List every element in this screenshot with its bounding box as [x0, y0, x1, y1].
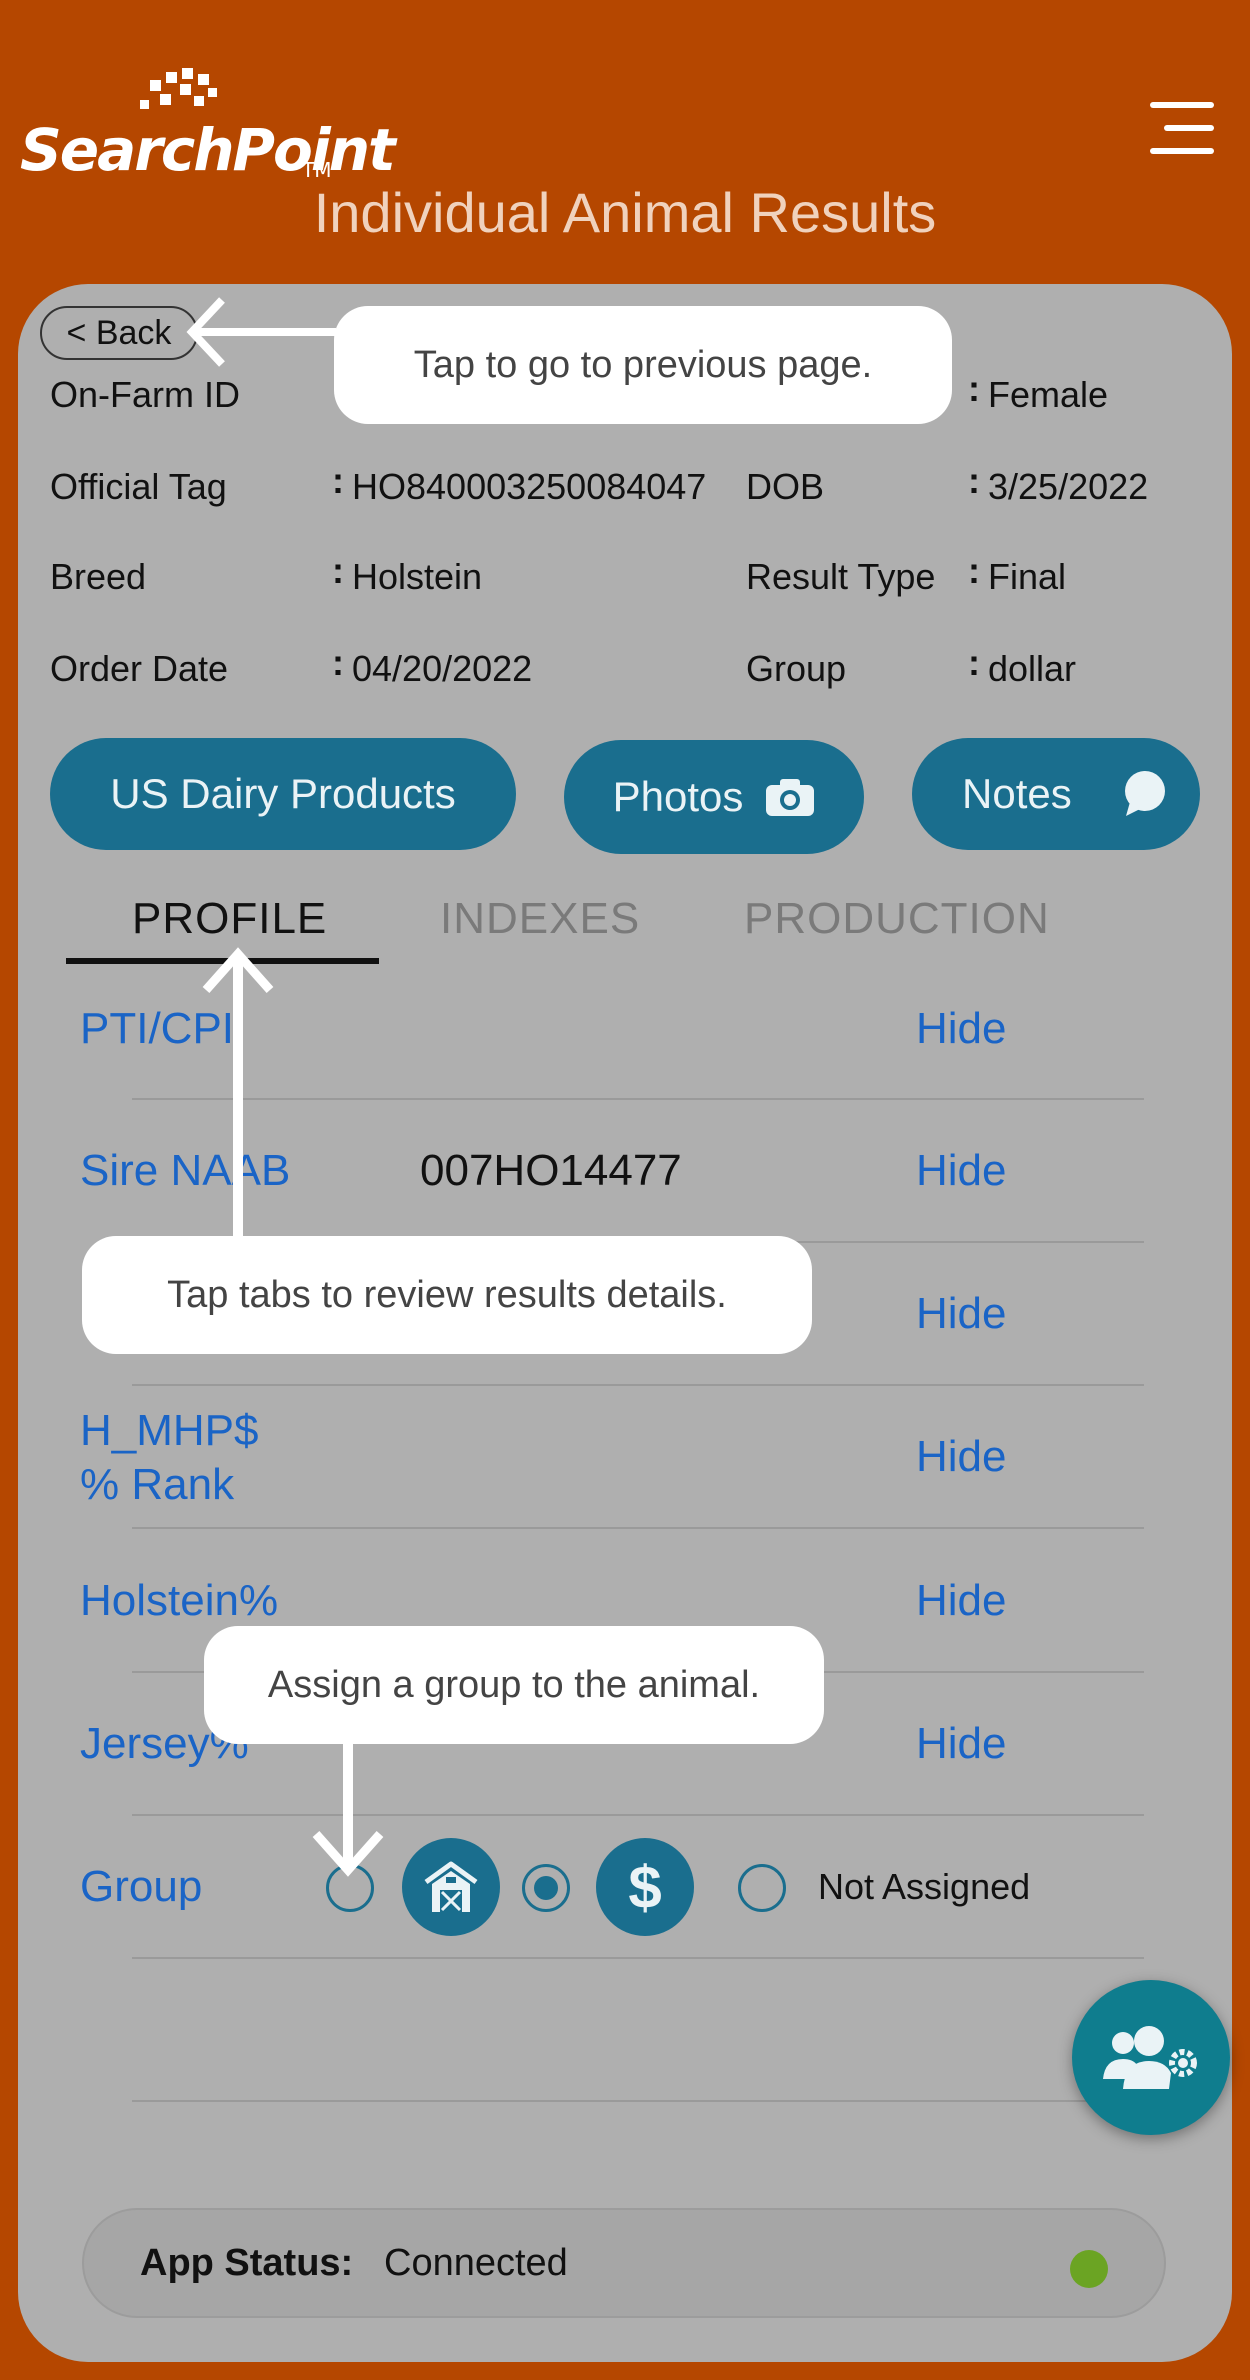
not-assigned-label: Not Assigned	[818, 1866, 1031, 1907]
group-tooltip: Assign a group to the animal.	[204, 1626, 824, 1744]
row-divider	[132, 2100, 1144, 2102]
searchpoint-logo: SearchPoint TM	[20, 66, 396, 196]
photos-button[interactable]: Photos	[564, 740, 864, 854]
group-radio-dollar[interactable]	[522, 1864, 570, 1912]
sire-naab-hide-link[interactable]: Hide	[916, 1146, 1007, 1196]
group-row-label: Group	[80, 1862, 203, 1911]
h-mhp-hide-link[interactable]: Hide	[916, 1432, 1007, 1482]
order-date-value: 04/20/2022	[352, 648, 533, 689]
order-date-label: Order Date	[50, 648, 229, 689]
row3-hide-link[interactable]: Hide	[916, 1289, 1007, 1339]
result-type-value: Final	[988, 556, 1067, 597]
logo-trademark: TM	[302, 158, 332, 182]
h-mhp-label-line2: % Rank	[80, 1460, 235, 1509]
pti-cpi-hide-link[interactable]: Hide	[916, 1004, 1007, 1054]
group-tooltip-arrow-icon	[312, 1742, 384, 1877]
breed-colon: :	[332, 550, 344, 591]
app-status-value: Connected	[384, 2242, 568, 2284]
dob-colon: :	[968, 460, 980, 501]
result-type-colon: :	[968, 550, 980, 591]
barn-icon[interactable]	[402, 1838, 500, 1936]
hamburger-menu-icon[interactable]	[1150, 102, 1214, 154]
sex-colon: :	[968, 368, 980, 409]
group-info-value: dollar	[988, 648, 1077, 689]
row-divider	[132, 1527, 1144, 1529]
result-type-label: Result Type	[746, 556, 936, 597]
user-settings-icon	[1103, 2025, 1197, 2089]
connection-status-indicator	[1070, 2250, 1108, 2288]
tabs-tooltip-arrow-icon	[202, 947, 274, 1240]
tabs-tooltip: Tap tabs to review results details.	[82, 1236, 812, 1354]
row-divider	[132, 1384, 1144, 1386]
breed-label: Breed	[50, 556, 147, 597]
logo-dots-icon	[140, 68, 217, 109]
h-mhp-label-line1: H_MHP$	[80, 1406, 259, 1455]
camera-icon	[766, 779, 815, 816]
logo-text: SearchPoint	[20, 116, 396, 184]
group-info-colon: :	[968, 642, 980, 683]
sire-naab-value: 007HO14477	[420, 1146, 682, 1195]
tab-indexes[interactable]: INDEXES	[440, 894, 640, 944]
back-tooltip-arrow-icon	[186, 297, 336, 367]
row-divider	[132, 1957, 1144, 1959]
back-tooltip: Tap to go to previous page.	[334, 306, 952, 424]
official-tag-value: HO840003250084047	[352, 466, 707, 507]
row-divider	[132, 1814, 1144, 1816]
order-date-colon: :	[332, 642, 344, 683]
breed-value: Holstein	[352, 556, 483, 597]
app-status-bar: App Status: Connected	[82, 2208, 1166, 2318]
photos-label: Photos	[612, 773, 744, 820]
official-tag-colon: :	[332, 460, 344, 501]
app-status-label: App Status:	[140, 2242, 354, 2284]
holstein-percent-hide-link[interactable]: Hide	[916, 1576, 1007, 1626]
dob-value: 3/25/2022	[988, 466, 1149, 507]
group-radio-not-assigned[interactable]	[738, 1864, 786, 1912]
dob-label: DOB	[746, 466, 825, 507]
official-tag-label: Official Tag	[50, 466, 227, 507]
us-dairy-products-label: US Dairy Products	[110, 770, 456, 817]
speech-bubble-icon	[1125, 771, 1165, 816]
us-dairy-products-button[interactable]: US Dairy Products	[50, 738, 516, 850]
sex-value: Female	[988, 374, 1109, 415]
tab-profile[interactable]: PROFILE	[132, 894, 327, 944]
jersey-percent-hide-link[interactable]: Hide	[916, 1719, 1007, 1769]
back-button[interactable]: < Back	[40, 306, 198, 360]
group-info-label: Group	[746, 648, 847, 689]
user-settings-button[interactable]	[1072, 1980, 1230, 2135]
row-divider	[132, 1098, 1144, 1100]
page-title: Individual Animal Results	[313, 181, 937, 244]
on-farm-id-label: On-Farm ID	[50, 374, 241, 415]
tab-production[interactable]: PRODUCTION	[744, 894, 1050, 944]
notes-button[interactable]: Notes	[912, 738, 1200, 850]
holstein-percent-label: Holstein%	[80, 1576, 279, 1625]
notes-label: Notes	[962, 770, 1072, 817]
dollar-icon[interactable]: $	[596, 1838, 694, 1936]
